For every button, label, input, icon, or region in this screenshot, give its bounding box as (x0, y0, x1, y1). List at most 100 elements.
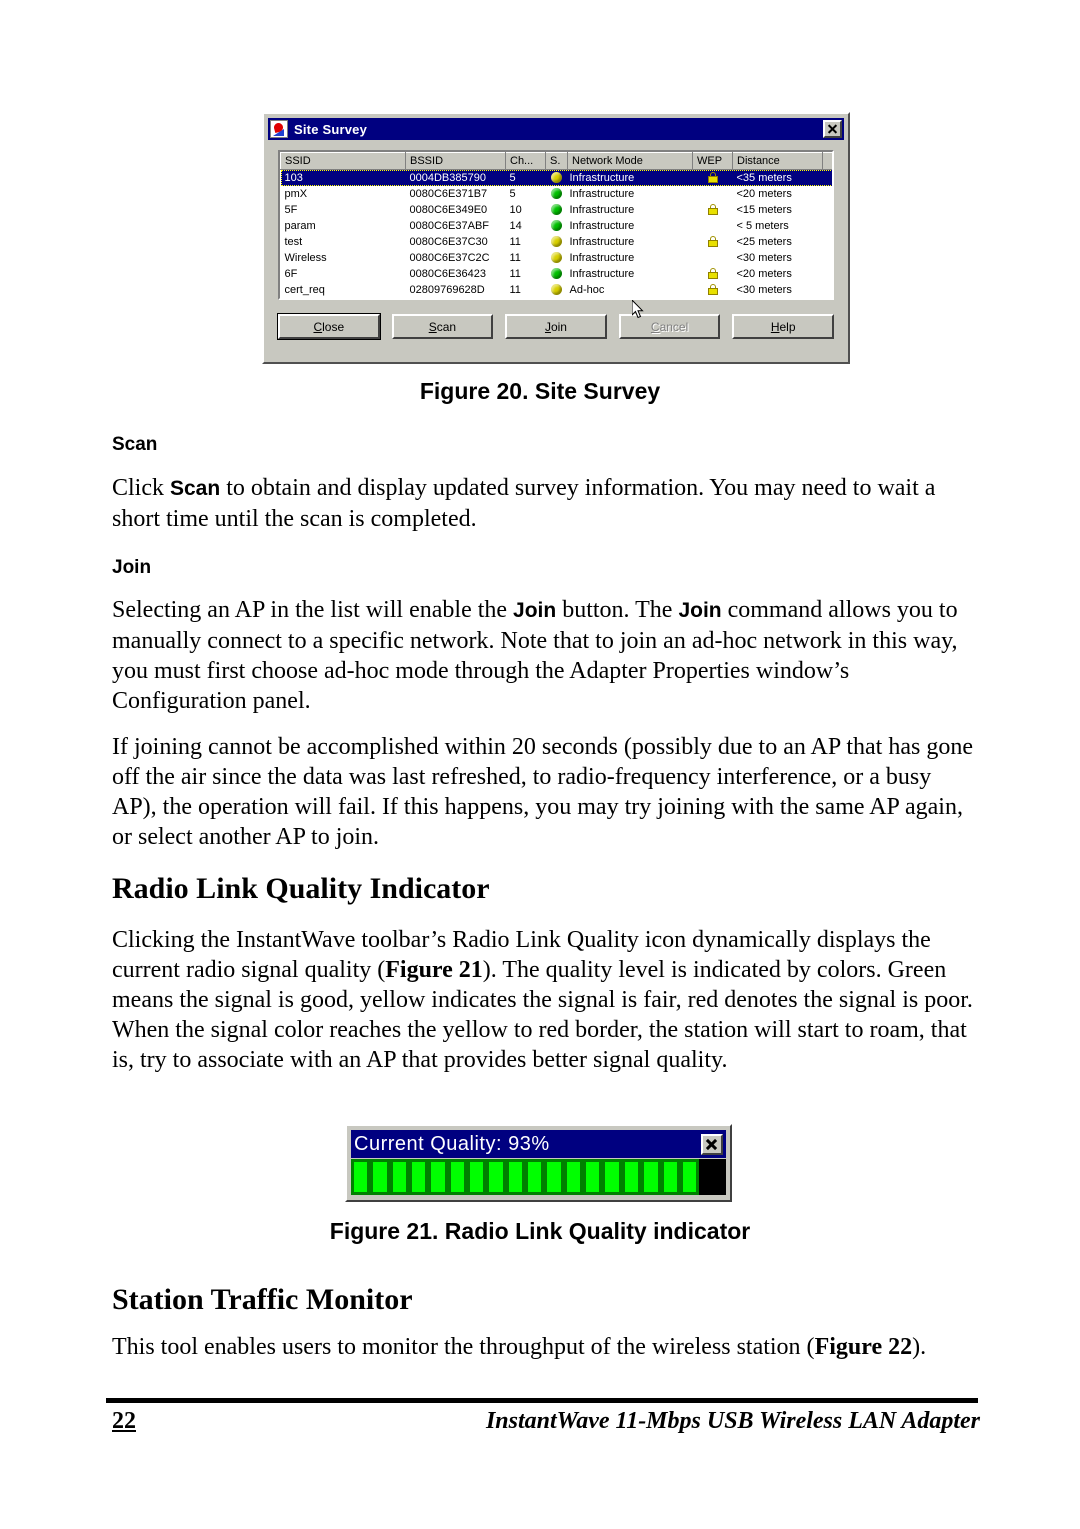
table-row[interactable]: pmX 0080C6E371B7 5 Infrastructure <20 meters (281, 186, 833, 202)
figure-20-caption: Figure 20. Site Survey (419, 378, 661, 404)
scan-text-2: to obtain and display updated survey inf… (112, 475, 936, 532)
cell-bssid: 0004DB385790 (405, 169, 506, 186)
cell-spacer (823, 234, 833, 250)
quality-titlebar[interactable]: Current Quality: 93% (351, 1130, 726, 1158)
cell-spacer (823, 202, 833, 218)
close-icon[interactable] (823, 120, 842, 138)
cell-spacer (823, 218, 833, 234)
column-header-ssid[interactable]: SSID (280, 152, 406, 170)
column-header-mode[interactable]: Network Mode (567, 152, 693, 170)
cell-distance: <30 meters (736, 252, 792, 264)
footer-rule (106, 1398, 978, 1403)
help-button[interactable]: Help (732, 314, 834, 339)
cell-signal (546, 202, 568, 218)
scan-text-1: Click (112, 475, 170, 501)
radio-figure-ref: Figure 21 (385, 957, 483, 983)
quality-segment (486, 1159, 506, 1195)
signal-strength-icon (551, 203, 562, 215)
cell-signal (546, 234, 568, 250)
table-row[interactable]: cert_req 02809769628D 11 Ad-hoc <30 meters (281, 282, 833, 298)
join-a-text-1: Selecting an AP in the list will enable … (112, 597, 514, 623)
table-row[interactable]: 103 0004DB385790 5 Infrastructure <35 meters (280, 169, 832, 186)
quality-segment (641, 1159, 661, 1195)
cell-wep (693, 218, 733, 234)
quality-segment (679, 1159, 700, 1195)
cell-channel: 10 (509, 204, 522, 216)
cell-wep (693, 234, 733, 250)
quality-title: Current Quality: 93% (354, 1132, 550, 1155)
column-header-spacer[interactable] (822, 152, 832, 170)
wireless-icon (270, 120, 288, 138)
cell-network-mode: Infrastructure (567, 169, 693, 186)
paragraph-join-b: If joining cannot be accomplished within… (112, 734, 973, 850)
page-number: 22 (112, 1408, 136, 1434)
table-row[interactable]: 5F 0080C6E349E0 10 Infrastructure <15 meters (281, 202, 833, 218)
scan-button[interactable]: Scan (391, 314, 494, 339)
column-header-bssid[interactable]: BSSID (405, 152, 506, 170)
signal-strength-icon (551, 219, 562, 231)
table-row[interactable]: 6F 0080C6E36423 11 Infrastructure <20 meters (281, 266, 833, 282)
cell-bssid: 0080C6E36423 (409, 268, 486, 280)
cell-channel: 14 (509, 220, 522, 232)
cell-distance: < 5 meters (736, 220, 789, 232)
cell-wep (693, 266, 733, 282)
cell-signal (546, 266, 568, 282)
dialog-titlebar[interactable]: Site Survey (268, 118, 844, 140)
cell-signal (546, 282, 568, 298)
cell-network-mode: Ad-hoc (569, 284, 605, 296)
signal-strength-icon (551, 283, 562, 295)
cell-spacer (823, 186, 833, 202)
table-row[interactable]: Wireless 0080C6E37C2C 11 Infrastructure <30 … (281, 250, 833, 266)
cell-bssid: 0080C6E37C2C (409, 252, 490, 264)
column-header-channel[interactable]: Ch... (505, 152, 546, 170)
table-row[interactable]: test 0080C6E37C30 11 Infrastructure <25 mete… (281, 234, 833, 250)
signal-strength-icon (551, 171, 562, 183)
survey-listview[interactable]: SSID BSSID Ch... S. Network Mode WEP Dis… (278, 150, 834, 300)
cell-wep (692, 169, 733, 186)
current-quality-widget: Current Quality: 93% (345, 1124, 732, 1202)
column-header-distance[interactable]: Distance (732, 152, 823, 170)
cell-spacer (823, 282, 833, 298)
dialog-button-row: Close Scan Join Cancel Help (278, 314, 834, 339)
cell-channel: 5 (509, 188, 516, 200)
cell-spacer (823, 266, 833, 282)
cell-network-mode: Infrastructure (569, 204, 635, 216)
cell-signal (545, 169, 568, 186)
cell-distance: <25 meters (736, 236, 792, 248)
column-header-signal[interactable]: S. (545, 152, 568, 170)
station-text-2: ). (912, 1334, 927, 1360)
quality-bar-meter (351, 1159, 726, 1195)
cell-channel: 11 (509, 268, 521, 280)
close-icon[interactable] (701, 1133, 723, 1155)
lock-icon (707, 283, 718, 295)
cell-signal (546, 250, 568, 266)
quality-segment (370, 1159, 390, 1195)
cell-bssid: 0080C6E37ABF (409, 220, 490, 232)
lock-icon (707, 235, 718, 247)
column-header-wep[interactable]: WEP (692, 152, 733, 170)
join-a-text-2: button. The (556, 597, 679, 623)
site-survey-dialog: Site Survey SSID BSSID Ch... S. Network … (262, 112, 850, 364)
cell-channel: 5 (505, 169, 546, 186)
signal-strength-icon (551, 187, 562, 199)
quality-segment (660, 1159, 680, 1195)
join-a-bold-1: Join (513, 599, 557, 622)
table-row[interactable]: param 0080C6E37ABF 14 Infrastructure < 5 met… (281, 218, 833, 234)
join-button[interactable]: Join (505, 314, 607, 339)
quality-segment (544, 1159, 564, 1195)
quality-segment (602, 1159, 622, 1195)
cell-network-mode: Infrastructure (569, 236, 635, 248)
close-button[interactable]: Close (278, 314, 380, 339)
cell-wep (693, 186, 733, 202)
quality-segment (409, 1159, 429, 1195)
lock-icon (707, 171, 718, 183)
signal-strength-icon (551, 267, 562, 279)
heading-scan: Scan (112, 434, 158, 455)
cell-ssid: 5F (284, 204, 298, 216)
paragraph-join-a: Selecting an AP in the list will enable … (112, 595, 977, 716)
cell-distance: <15 meters (736, 204, 792, 216)
quality-segment (447, 1159, 468, 1195)
cell-channel: 11 (509, 284, 521, 296)
cell-network-mode: Infrastructure (569, 220, 635, 232)
heading-radio-link-quality: Radio Link Quality Indicator (112, 872, 490, 905)
